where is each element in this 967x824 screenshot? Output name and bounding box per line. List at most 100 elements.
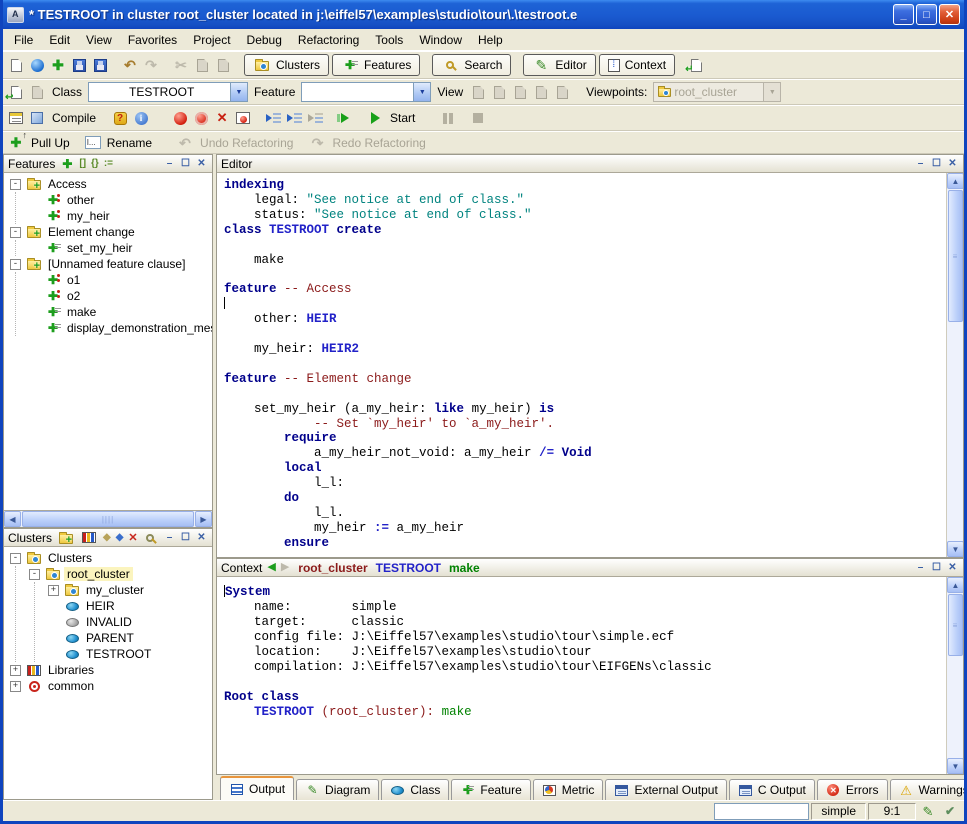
step-out-icon[interactable] — [306, 110, 324, 127]
clusters-close-icon[interactable]: ✕ — [195, 531, 208, 544]
tree-label-parent[interactable]: PARENT — [83, 631, 137, 645]
tree-row-set-my-heir[interactable]: ✚set_my_heir — [27, 240, 212, 256]
context-code-area[interactable]: System name: simple target: classic conf… — [217, 577, 946, 774]
editor-vertical-scrollbar[interactable]: ▲ ≡ ▼ — [946, 173, 963, 557]
editor-minimize-icon[interactable]: – — [914, 157, 927, 170]
undo-icon[interactable]: ↶ — [121, 57, 139, 74]
tree-expander-icon[interactable]: - — [10, 179, 21, 190]
scroll-right-icon[interactable]: ▶ — [195, 511, 212, 527]
tree-row-display-demonstration-messa[interactable]: ✚display_demonstration_messa — [27, 320, 212, 336]
menu-edit[interactable]: Edit — [41, 31, 78, 49]
freeze-icon[interactable]: ? — [111, 110, 129, 127]
tree-label-access[interactable]: Access — [45, 177, 90, 191]
project-settings-icon[interactable] — [7, 110, 25, 127]
open-file-icon[interactable] — [28, 57, 46, 74]
tree-label-root-cluster[interactable]: root_cluster — [64, 567, 133, 581]
cut-icon[interactable]: ✂ — [172, 57, 190, 74]
context-vertical-scrollbar[interactable]: ▲ ≡ ▼ — [946, 577, 963, 774]
save-icon[interactable] — [70, 57, 88, 74]
clusters-delete-icon[interactable]: ✕ — [128, 531, 137, 544]
editor-tool-button[interactable]: ✎ Editor — [523, 54, 595, 76]
clusters-search-icon[interactable] — [143, 529, 157, 546]
title-bar[interactable]: * TESTROOT in cluster root_cluster locat… — [3, 0, 964, 29]
maximize-button[interactable]: □ — [916, 4, 937, 25]
features-braces-icon[interactable]: {} — [91, 158, 99, 169]
tab-external-output[interactable]: External Output — [605, 779, 726, 800]
tree-row-libraries[interactable]: + Libraries — [8, 662, 212, 678]
clusters-new-cluster-icon[interactable] — [57, 531, 75, 545]
tree-label-element-change[interactable]: Element change — [45, 225, 138, 239]
tab-class[interactable]: Class — [381, 779, 449, 800]
pause-icon[interactable] — [439, 110, 457, 127]
tree-row-o2[interactable]: ✚o2 — [27, 288, 212, 304]
scroll-up-icon[interactable]: ▲ — [947, 173, 963, 189]
features-brackets-icon[interactable]: [] — [79, 158, 86, 169]
features-assign-icon[interactable]: := — [104, 158, 113, 169]
features-minimize-icon[interactable]: – — [163, 157, 176, 170]
view-contract-icon[interactable] — [532, 84, 550, 101]
tree-label-o1[interactable]: o1 — [64, 273, 83, 287]
clusters-library-icon[interactable] — [80, 531, 98, 545]
tree-row-unnamed-feature-clause[interactable]: -[Unnamed feature clause] — [8, 256, 212, 272]
stop-icon[interactable] — [469, 110, 487, 127]
clusters-maximize-icon[interactable]: ☐ — [179, 531, 192, 544]
tree-row-parent[interactable]: PARENT — [46, 630, 212, 646]
menu-tools[interactable]: Tools — [367, 31, 411, 49]
scroll-thumb[interactable]: ≡ — [948, 190, 963, 322]
tree-row-heir[interactable]: HEIR — [46, 598, 212, 614]
context-forward-icon[interactable]: ▶ — [281, 562, 289, 573]
pull-up-icon[interactable]: ✚ — [7, 134, 25, 151]
redo-refactoring-icon[interactable]: ↷ — [308, 134, 326, 151]
tree-label-set-my-heir[interactable]: set_my_heir — [64, 241, 135, 255]
clusters-tool-button[interactable]: Clusters — [244, 54, 329, 76]
tree-row-access[interactable]: - Access — [8, 176, 212, 192]
undo-refactoring-icon[interactable]: ↶ — [176, 134, 194, 151]
tree-expander-icon[interactable]: - — [29, 569, 40, 580]
tree-label-heir[interactable]: HEIR — [83, 599, 118, 613]
tree-row-make[interactable]: ✚make — [27, 304, 212, 320]
tree-expander-icon[interactable]: - — [10, 227, 21, 238]
tree-row-element-change[interactable]: - Element change — [8, 224, 212, 240]
compile-icon[interactable] — [28, 110, 46, 127]
tree-label-libraries[interactable]: Libraries — [45, 663, 97, 677]
tree-row-clusters[interactable]: -Clusters — [8, 550, 212, 566]
clusters-minimize-icon[interactable]: – — [163, 531, 176, 544]
scroll-down-icon[interactable]: ▼ — [947, 541, 963, 557]
step-over-icon[interactable] — [285, 110, 303, 127]
menu-favorites[interactable]: Favorites — [120, 31, 185, 49]
context-crumb-root-cluster[interactable]: root_cluster — [294, 561, 371, 575]
context-tool-button[interactable]: Context — [599, 54, 675, 76]
history-back-icon[interactable]: ↩ — [7, 84, 25, 101]
external-editor-icon[interactable]: ↵ — [687, 57, 705, 74]
tree-row-my-heir[interactable]: ✚my_heir — [27, 208, 212, 224]
tree-row-my-cluster[interactable]: +my_cluster — [46, 582, 212, 598]
menu-help[interactable]: Help — [470, 31, 511, 49]
scroll-down-icon[interactable]: ▼ — [947, 758, 963, 774]
clusters-remove-item-icon[interactable]: ◆ — [103, 532, 111, 543]
menu-refactoring[interactable]: Refactoring — [290, 31, 367, 49]
tree-row-invalid[interactable]: INVALID — [46, 614, 212, 630]
context-back-icon[interactable]: ◀ — [267, 562, 275, 573]
new-document-icon[interactable] — [7, 57, 25, 74]
tab-output[interactable]: Output — [220, 776, 294, 800]
tree-row-common[interactable]: +common — [8, 678, 212, 694]
tree-expander-icon[interactable]: - — [10, 259, 21, 270]
compile-label[interactable]: Compile — [49, 111, 99, 125]
tree-expander-icon[interactable]: + — [10, 665, 21, 676]
menu-window[interactable]: Window — [411, 31, 470, 49]
context-crumb-make[interactable]: make — [445, 561, 484, 575]
show-breakpoints-icon[interactable] — [234, 110, 252, 127]
tree-row-testroot[interactable]: TESTROOT — [46, 646, 212, 662]
features-maximize-icon[interactable]: ☐ — [179, 157, 192, 170]
save-all-icon[interactable] — [91, 57, 109, 74]
tab-diagram[interactable]: ✎Diagram — [296, 779, 379, 800]
tree-label-testroot[interactable]: TESTROOT — [83, 647, 154, 661]
close-button[interactable]: ✕ — [939, 4, 960, 25]
copy-icon[interactable] — [193, 57, 211, 74]
context-minimize-icon[interactable]: – — [914, 561, 927, 574]
tree-label-my-cluster[interactable]: my_cluster — [83, 583, 147, 597]
history-forward-icon[interactable] — [28, 84, 46, 101]
features-horizontal-scrollbar[interactable]: ◀ |||| ▶ — [4, 510, 212, 527]
step-into-icon[interactable] — [264, 110, 282, 127]
scroll-up-icon[interactable]: ▲ — [947, 577, 963, 593]
